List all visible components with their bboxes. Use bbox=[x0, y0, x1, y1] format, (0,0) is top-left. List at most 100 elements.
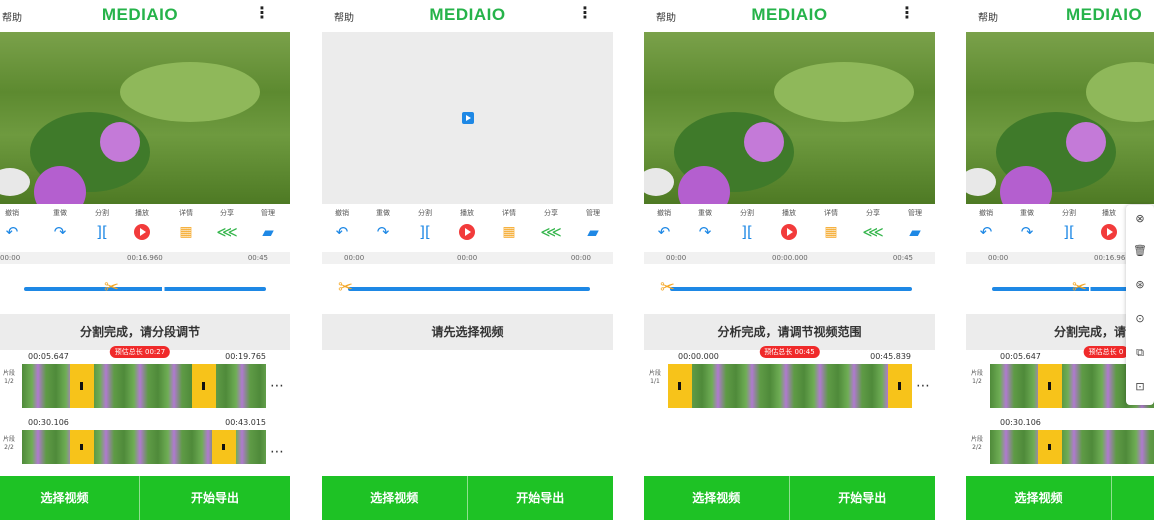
redo-button[interactable]: 重做 ↷ bbox=[42, 208, 78, 243]
more-dots-icon[interactable]: ⋯ bbox=[916, 378, 931, 394]
manage-button[interactable]: 管理 ▰ bbox=[897, 208, 933, 243]
time-current: 00:16.96 bbox=[1094, 254, 1126, 262]
status-banner: 分割完成，请分段调节 bbox=[0, 314, 290, 350]
undo-icon: ↶ bbox=[657, 223, 671, 241]
redo-icon: ↷ bbox=[376, 223, 390, 241]
trim-start-handle[interactable] bbox=[1038, 364, 1062, 408]
undo-button[interactable]: 撤销 ↶ bbox=[324, 208, 360, 243]
manage-button[interactable]: 管理 ▰ bbox=[250, 208, 286, 243]
undo-button[interactable]: 撤销 ↶ bbox=[646, 208, 682, 243]
more-dots-icon[interactable]: ⋯ bbox=[270, 444, 285, 460]
app-logo: MEDIAIO bbox=[101, 5, 179, 24]
split-button[interactable]: 分割][ bbox=[84, 208, 120, 243]
segment-start: 00:00.000 bbox=[678, 352, 719, 361]
tool-label: 撤销 bbox=[335, 209, 349, 217]
tool-label: 详情 bbox=[179, 209, 193, 217]
app-bar: 帮助 MEDIAIO ⋮ bbox=[322, 0, 613, 32]
timeline-track[interactable] bbox=[348, 287, 590, 291]
close-circle-icon[interactable]: ⊗ bbox=[1132, 211, 1148, 227]
redo-icon: ↷ bbox=[53, 223, 67, 241]
undo-button[interactable]: 撤销 ↶ bbox=[0, 208, 30, 243]
split-button[interactable]: 分割][ bbox=[1051, 208, 1087, 243]
video-preview-empty[interactable] bbox=[322, 32, 613, 204]
split-icon: ][ bbox=[741, 223, 753, 241]
app-bar: 帮助 MEDIAIO ⋮ bbox=[644, 0, 935, 32]
redo-button[interactable]: 重做 ↷ bbox=[1009, 208, 1045, 243]
share-button[interactable]: 分享 ⋘ bbox=[209, 208, 245, 243]
segment-filmstrip[interactable] bbox=[22, 430, 266, 464]
tool-label: 详情 bbox=[824, 209, 838, 217]
time-start: 00:00 bbox=[666, 254, 687, 262]
manage-button[interactable]: 管理 ▰ bbox=[575, 208, 611, 243]
select-video-button[interactable]: 选择视频 bbox=[0, 476, 140, 520]
segment-end: 00:19.765 bbox=[225, 352, 266, 361]
help-link[interactable]: 帮助 bbox=[978, 9, 998, 24]
delete-icon[interactable]: 🗑 bbox=[1132, 243, 1148, 259]
redo-button[interactable]: 重做 ↷ bbox=[687, 208, 723, 243]
play-icon bbox=[459, 224, 475, 240]
split-button[interactable]: 分割][ bbox=[407, 208, 443, 243]
segment-label: 片段 1/2 bbox=[970, 370, 983, 385]
app-logo: MEDIAIO bbox=[1066, 5, 1143, 24]
video-preview[interactable] bbox=[644, 32, 935, 204]
undo-button[interactable]: 撤销 ↶ bbox=[968, 208, 1004, 243]
start-export-button[interactable]: 开始导出 bbox=[790, 476, 936, 520]
time-start: 00:00 bbox=[0, 254, 21, 262]
scissors-icon[interactable]: ✂ bbox=[338, 279, 353, 297]
video-preview[interactable] bbox=[966, 32, 1154, 204]
segment-filmstrip[interactable] bbox=[22, 364, 266, 408]
timeline-track[interactable] bbox=[670, 287, 912, 291]
share-button[interactable]: 分享 ⋘ bbox=[533, 208, 569, 243]
grid-icon: ▦ bbox=[824, 224, 838, 240]
start-export-button[interactable]: 开始导出 bbox=[468, 476, 614, 520]
split-button[interactable]: 分割][ bbox=[729, 208, 765, 243]
more-dots-icon[interactable]: ⋯ bbox=[270, 378, 285, 394]
play-circle-icon[interactable]: ⊙ bbox=[1132, 311, 1148, 327]
crop-icon[interactable]: ⊡ bbox=[1132, 379, 1148, 395]
trim-end-handle[interactable] bbox=[888, 364, 912, 408]
details-button[interactable]: 详情 ▦ bbox=[168, 208, 204, 243]
scissors-icon[interactable]: ✂ bbox=[660, 279, 675, 297]
details-button[interactable]: 详情 ▦ bbox=[813, 208, 849, 243]
more-vert-icon[interactable]: ⋮ bbox=[899, 5, 915, 21]
status-banner: 分析完成，请调节视频范围 bbox=[644, 314, 935, 350]
flower-image bbox=[966, 62, 1154, 204]
segment-label: 片段 2/2 bbox=[2, 436, 15, 451]
video-preview[interactable] bbox=[0, 32, 290, 204]
trim-start-handle[interactable] bbox=[70, 364, 94, 408]
trim-end-handle[interactable] bbox=[192, 364, 216, 408]
tool-label: 重做 bbox=[1020, 209, 1034, 217]
timeline-track[interactable] bbox=[24, 287, 266, 291]
trim-end-handle[interactable] bbox=[212, 430, 236, 464]
app-logo: MEDIAIO bbox=[429, 5, 506, 24]
undo-icon: ↶ bbox=[335, 223, 349, 241]
skip-icon[interactable]: ⧉ bbox=[1132, 345, 1148, 361]
scissors-icon[interactable]: ✂ bbox=[104, 279, 119, 297]
details-button[interactable]: 详情 ▦ bbox=[491, 208, 527, 243]
more-vert-icon[interactable]: ⋮ bbox=[254, 5, 270, 21]
fast-forward-icon[interactable]: ⊛ bbox=[1132, 277, 1148, 293]
select-video-button[interactable]: 选择视频 bbox=[966, 476, 1112, 520]
app-bar: 帮助 MEDIAIO bbox=[966, 0, 1154, 32]
folder-icon: ▰ bbox=[587, 223, 599, 241]
segment-filmstrip[interactable] bbox=[668, 364, 912, 408]
scissors-icon[interactable]: ✂ bbox=[1072, 279, 1087, 297]
play-button[interactable]: 播放 bbox=[124, 208, 160, 240]
share-button[interactable]: 分享 ⋘ bbox=[855, 208, 891, 243]
start-export-button[interactable]: 开始导出 bbox=[140, 476, 290, 520]
grid-icon: ▦ bbox=[502, 224, 516, 240]
tool-label: 重做 bbox=[376, 209, 390, 217]
trim-start-handle[interactable] bbox=[668, 364, 692, 408]
play-button[interactable]: 播放 bbox=[1091, 208, 1127, 240]
more-vert-icon[interactable]: ⋮ bbox=[577, 5, 593, 21]
trim-start-handle[interactable] bbox=[70, 430, 94, 464]
tool-label: 分享 bbox=[220, 209, 234, 217]
play-button[interactable]: 播放 bbox=[449, 208, 485, 240]
trim-start-handle[interactable] bbox=[1038, 430, 1062, 464]
segment-filmstrip[interactable] bbox=[990, 430, 1154, 464]
select-video-button[interactable]: 选择视频 bbox=[322, 476, 468, 520]
tool-label: 分享 bbox=[544, 209, 558, 217]
redo-button[interactable]: 重做 ↷ bbox=[365, 208, 401, 243]
play-button[interactable]: 播放 bbox=[771, 208, 807, 240]
select-video-button[interactable]: 选择视频 bbox=[644, 476, 790, 520]
